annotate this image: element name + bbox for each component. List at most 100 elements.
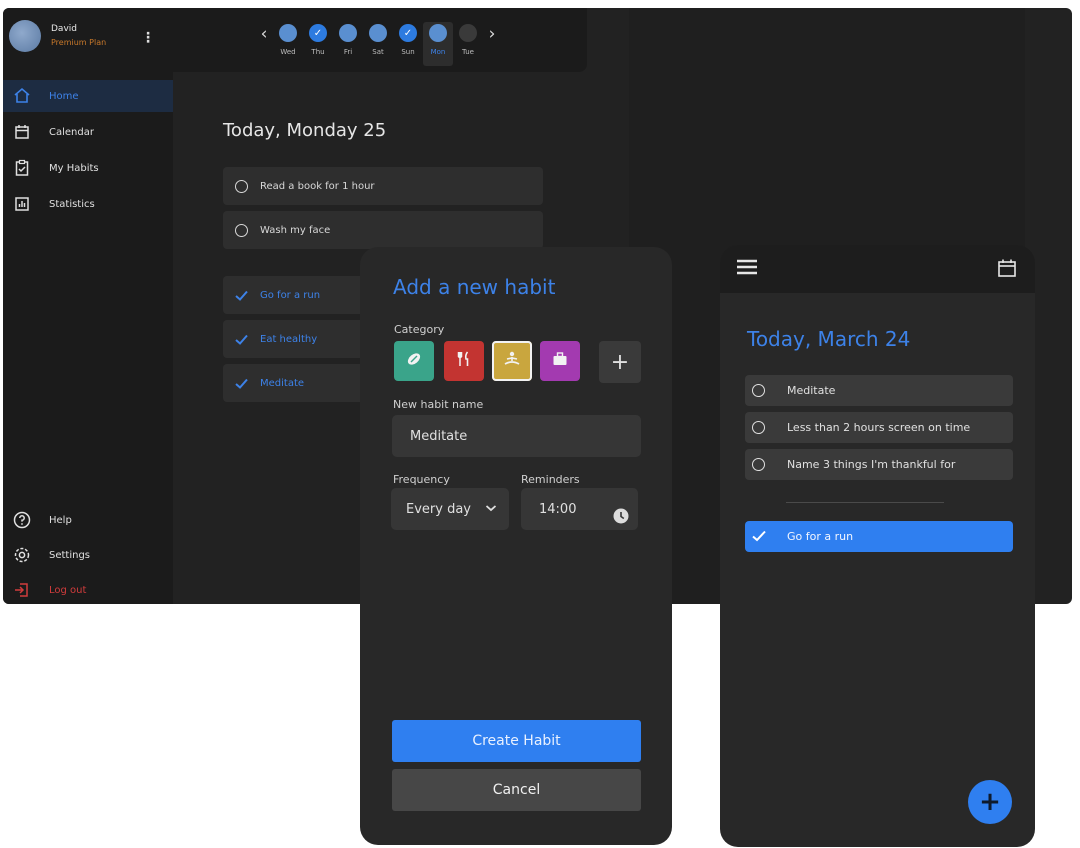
sidebar-item-statistics[interactable]: Statistics [3,188,173,220]
check-icon[interactable] [235,378,248,389]
habit-item[interactable]: Less than 2 hours screen on time [745,412,1013,443]
checkbox-circle-icon[interactable] [752,421,765,434]
calendar-icon [13,123,31,141]
clipboard-check-icon [13,159,31,177]
clock-icon[interactable] [613,508,629,528]
home-icon [13,87,31,105]
category-meditation[interactable] [492,341,532,381]
sidebar-item-help[interactable]: Help [3,504,173,536]
sidebar-item-home[interactable]: Home [3,80,173,112]
habit-label: Eat healthy [260,333,318,345]
check-icon[interactable] [235,334,248,345]
day-fri[interactable]: Fri [333,22,363,66]
hamburger-menu-icon[interactable] [737,259,757,279]
briefcase-icon [551,350,569,372]
check-icon[interactable] [752,527,766,546]
sidebar-item-logout[interactable]: Log out [3,574,173,604]
help-icon [13,511,31,529]
checkbox-circle-icon[interactable] [752,458,765,471]
page-title: Today, March 24 [747,327,911,351]
page-title: Today, Monday 25 [223,120,387,141]
sidebar-item-calendar[interactable]: Calendar [3,116,173,148]
habit-name-value: Meditate [410,428,468,444]
sidebar-item-label: My Habits [49,162,99,174]
day-label: Thu [311,48,325,56]
checkbox-circle-icon[interactable] [235,223,248,237]
sidebar-item-label: Calendar [49,126,94,138]
check-icon: ✓ [309,24,327,42]
mobile-app-screen: Today, March 24 Meditate Less than 2 hou… [720,245,1035,847]
food-icon [455,350,473,372]
add-habit-fab[interactable]: + [968,780,1012,824]
day-mon[interactable]: Mon [423,22,453,66]
habit-name-label: New habit name [393,398,484,411]
day-label: Wed [280,48,296,56]
sidebar: Home Calendar My Habits Statistics Help [3,72,173,604]
calendar-icon[interactable] [997,258,1017,282]
sidebar-item-label: Statistics [49,198,95,210]
add-category-button[interactable]: + [599,341,641,383]
more-options-icon[interactable]: ⋮ [141,30,155,46]
habit-label: Meditate [260,377,305,389]
habit-label: Less than 2 hours screen on time [787,421,971,434]
plus-icon: + [979,787,1001,817]
day-label: Tue [462,48,474,56]
plus-icon: + [610,349,630,375]
habit-name-input[interactable]: Meditate [392,415,641,457]
create-habit-button[interactable]: Create Habit [392,720,641,762]
sidebar-item-label: Settings [49,549,91,561]
category-work[interactable] [540,341,580,381]
day-sun[interactable]: ✓ Sun [393,22,423,66]
checkbox-circle-icon[interactable] [752,384,765,397]
frequency-label: Frequency [393,473,450,486]
day-sat[interactable]: Sat [363,22,393,66]
day-thu[interactable]: ✓ Thu [303,22,333,66]
frequency-select[interactable]: Every day [391,488,509,530]
sport-icon [405,350,423,372]
habit-label: Read a book for 1 hour [260,180,375,192]
cancel-button[interactable]: Cancel [392,769,641,811]
day-label: Sat [372,48,384,56]
category-sport[interactable] [394,341,434,381]
habit-item[interactable]: Wash my face [223,211,543,249]
bar-chart-icon [13,195,31,213]
checkbox-circle-icon[interactable] [235,179,248,193]
day-wed[interactable]: Wed [273,22,303,66]
category-food[interactable] [444,341,484,381]
check-icon[interactable] [235,290,248,301]
habit-label: Wash my face [260,224,331,236]
habit-label: Go for a run [787,530,854,543]
user-plan: Premium Plan [51,38,107,47]
user-name: David [51,24,77,34]
day-label: Sun [401,48,415,56]
mobile-header [720,245,1035,293]
gear-icon [13,546,31,564]
habit-item[interactable]: Meditate [745,375,1013,406]
sidebar-item-my-habits[interactable]: My Habits [3,152,173,184]
day-label: Mon [430,48,446,56]
add-habit-dialog: Add a new habit Category + New habit nam… [360,247,672,845]
habit-item[interactable]: Name 3 things I'm thankful for [745,449,1013,480]
reminders-label: Reminders [521,473,580,486]
habit-item[interactable]: Read a book for 1 hour [223,167,543,205]
frequency-value: Every day [406,501,471,517]
habit-label: Meditate [787,384,836,397]
reminder-time-input[interactable]: 14:00 [521,488,638,530]
sidebar-item-label: Log out [49,584,87,596]
logout-icon [13,581,31,599]
week-day-selector: ‹ Wed ✓ Thu Fri Sat ✓ Sun Mon Tue › [255,22,501,66]
chevron-left-icon[interactable]: ‹ [255,24,273,44]
check-icon: ✓ [399,24,417,42]
chevron-right-icon[interactable]: › [483,24,501,44]
habit-label: Go for a run [260,289,321,301]
user-profile[interactable]: David Premium Plan [9,20,106,52]
habit-label: Name 3 things I'm thankful for [787,458,956,471]
sidebar-item-label: Home [49,90,79,102]
category-label: Category [394,323,445,336]
day-tue[interactable]: Tue [453,22,483,66]
day-label: Fri [343,48,353,56]
reminder-time-value: 14:00 [539,501,577,517]
habit-item-completed[interactable]: Go for a run [745,521,1013,552]
sidebar-item-settings[interactable]: Settings [3,539,173,571]
meditation-icon [502,350,522,372]
